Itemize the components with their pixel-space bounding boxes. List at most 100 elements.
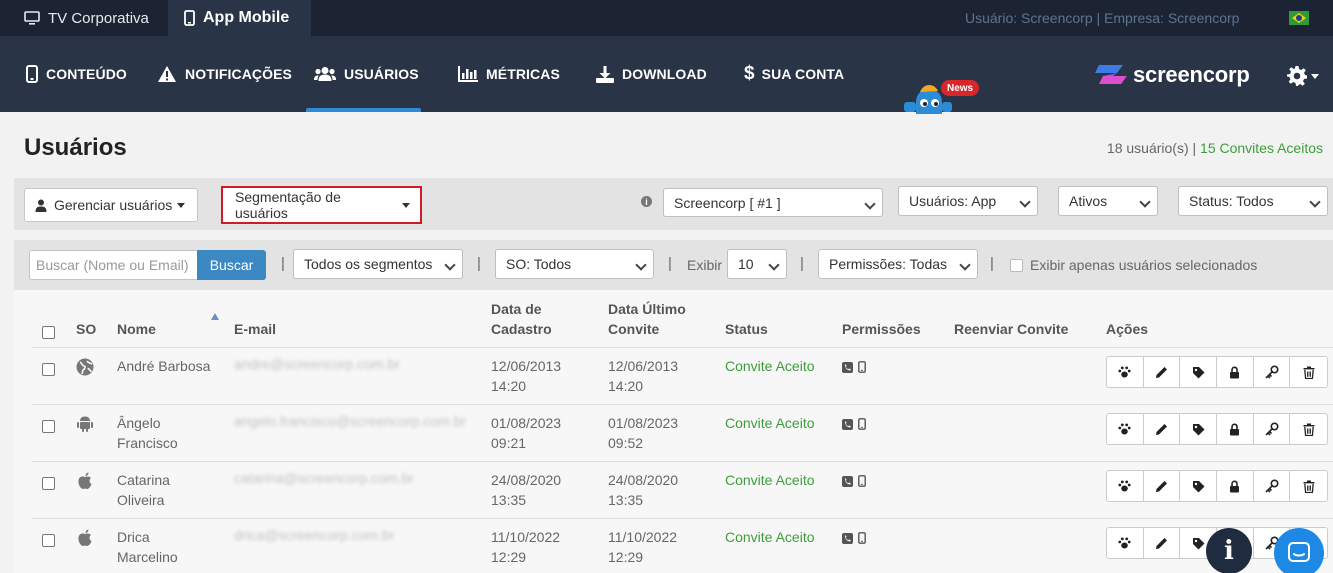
header-resend-invite: Reenviar Convite xyxy=(954,321,1069,337)
active-state-select-value: Ativos xyxy=(1069,193,1108,209)
tab-tv-corporativa[interactable]: TV Corporativa xyxy=(0,0,168,36)
news-badge[interactable]: News xyxy=(941,80,980,96)
sort-ascending-icon[interactable] xyxy=(211,313,219,320)
key-button[interactable] xyxy=(1254,414,1291,444)
header-permissions: Permissões xyxy=(842,321,921,337)
brand-name: screencorp xyxy=(1133,62,1250,87)
apple-icon xyxy=(76,529,94,547)
row-actions xyxy=(1106,470,1328,502)
page-size-select[interactable]: 10 xyxy=(727,249,787,279)
mobile-icon xyxy=(858,417,866,435)
lock-button[interactable] xyxy=(1217,357,1254,387)
paw-icon xyxy=(1118,423,1131,435)
last-invite-time: 12:29 xyxy=(608,549,644,565)
settings-menu[interactable] xyxy=(1287,66,1319,86)
nav-metricas[interactable]: MÉTRICAS xyxy=(458,36,560,112)
nav-download[interactable]: DOWNLOAD xyxy=(596,36,707,112)
user-segmentation-button[interactable]: Segmentação de usuários xyxy=(221,186,422,224)
chevron-down-icon xyxy=(1311,73,1319,79)
last-invite-date: 11/10/2022 12:29 xyxy=(608,527,677,567)
screencorp-logo[interactable]: screencorp xyxy=(1095,62,1250,88)
chat-button[interactable] xyxy=(1274,528,1324,573)
tag-button[interactable] xyxy=(1180,471,1218,501)
row-checkbox[interactable] xyxy=(42,363,55,376)
only-selected-label: Exibir apenas usuários selecionados xyxy=(1030,257,1258,273)
row-checkbox[interactable] xyxy=(42,534,55,547)
permissions-icons xyxy=(842,417,866,435)
search-input[interactable] xyxy=(29,250,197,280)
user-company-info: Usuário: Screencorp | Empresa: Screencor… xyxy=(965,10,1240,26)
divider xyxy=(32,518,1333,519)
user-name-line1: Drica xyxy=(117,529,150,545)
header-os[interactable]: SO xyxy=(76,319,96,339)
active-state-select[interactable]: Ativos xyxy=(1058,186,1158,216)
brazil-flag-icon[interactable] xyxy=(1289,11,1309,25)
row-checkbox[interactable] xyxy=(42,420,55,433)
header-name[interactable]: Nome xyxy=(117,319,156,339)
key-button[interactable] xyxy=(1254,471,1291,501)
chevron-down-icon xyxy=(1139,196,1151,208)
user-name[interactable]: Catarina Oliveira xyxy=(117,470,170,510)
select-all-checkbox[interactable] xyxy=(42,326,55,339)
nav-sua-conta[interactable]: $ SUA CONTA xyxy=(744,36,844,112)
user-name[interactable]: André Barbosa xyxy=(117,356,210,376)
os-select-value: SO: Todos xyxy=(506,256,572,272)
row-checkbox[interactable] xyxy=(42,477,55,490)
pencil-button[interactable] xyxy=(1144,528,1181,558)
segments-select[interactable]: Todos os segmentos xyxy=(293,249,463,279)
manage-users-button[interactable]: Gerenciar usuários xyxy=(24,188,198,222)
permissions-select[interactable]: Permissões: Todas xyxy=(818,249,978,279)
trash-button[interactable] xyxy=(1290,471,1327,501)
info-help-button[interactable]: i xyxy=(1206,528,1252,573)
paw-button[interactable] xyxy=(1107,528,1144,558)
search-button[interactable]: Buscar xyxy=(197,250,266,280)
trash-button[interactable] xyxy=(1290,357,1327,387)
header-last-invite[interactable]: Data Último Convite xyxy=(608,299,686,339)
company-select[interactable]: Screencorp [ #1 ] xyxy=(663,188,883,217)
last-invite-day: 24/08/2020 xyxy=(608,472,679,488)
user-name[interactable]: Drica Marcelino xyxy=(117,527,178,567)
paw-button[interactable] xyxy=(1107,357,1144,387)
tag-button[interactable] xyxy=(1180,414,1218,444)
last-invite-date: 12/06/2013 14:20 xyxy=(608,356,678,396)
nav-usuarios[interactable]: USUÁRIOS xyxy=(306,36,421,112)
nav-conteudo[interactable]: CONTEÚDO xyxy=(26,36,127,112)
show-label: Exibir xyxy=(687,257,723,273)
pencil-button[interactable] xyxy=(1144,357,1181,387)
apple-icon xyxy=(76,472,94,490)
lock-button[interactable] xyxy=(1217,414,1254,444)
user-email: catarina@screencorp.com.br xyxy=(234,470,414,486)
pencil-icon xyxy=(1155,537,1168,550)
nav-notificacoes-label: NOTIFICAÇÕES xyxy=(185,66,292,82)
chevron-down-icon xyxy=(1309,196,1321,208)
tag-button[interactable] xyxy=(1180,357,1218,387)
tag-icon xyxy=(1192,537,1205,550)
header-created[interactable]: Data de Cadastro xyxy=(491,299,552,339)
status-select[interactable]: Status: Todos xyxy=(1178,186,1328,216)
tab-app-mobile[interactable]: App Mobile xyxy=(168,0,311,36)
last-invite-day: 01/08/2023 xyxy=(608,415,679,431)
last-invite-day: 12/06/2013 xyxy=(608,358,679,374)
key-button[interactable] xyxy=(1254,357,1291,387)
pencil-button[interactable] xyxy=(1144,414,1181,444)
last-invite-time: 09:52 xyxy=(608,435,644,451)
trash-button[interactable] xyxy=(1290,414,1327,444)
users-type-select[interactable]: Usuários: App xyxy=(898,186,1038,216)
only-selected-checkbox[interactable] xyxy=(1010,259,1023,272)
invites-accepted-link[interactable]: 15 Convites Aceitos xyxy=(1200,140,1323,156)
user-name[interactable]: Ângelo Francisco xyxy=(117,413,178,453)
nav-notificacoes[interactable]: NOTIFICAÇÕES xyxy=(157,36,292,112)
screencorp-logo-icon xyxy=(1095,65,1127,84)
header-status[interactable]: Status xyxy=(725,319,768,339)
info-icon[interactable]: i xyxy=(641,196,652,207)
nav-usuarios-label: USUÁRIOS xyxy=(344,66,419,82)
os-select[interactable]: SO: Todos xyxy=(495,249,654,279)
last-invite-time: 13:35 xyxy=(608,492,644,508)
header-email[interactable]: E-mail xyxy=(234,319,276,339)
pencil-button[interactable] xyxy=(1144,471,1181,501)
created-date: 01/08/2023 09:21 xyxy=(491,413,561,453)
lock-button[interactable] xyxy=(1217,471,1254,501)
paw-button[interactable] xyxy=(1107,471,1144,501)
paw-icon xyxy=(1118,366,1131,378)
paw-button[interactable] xyxy=(1107,414,1144,444)
